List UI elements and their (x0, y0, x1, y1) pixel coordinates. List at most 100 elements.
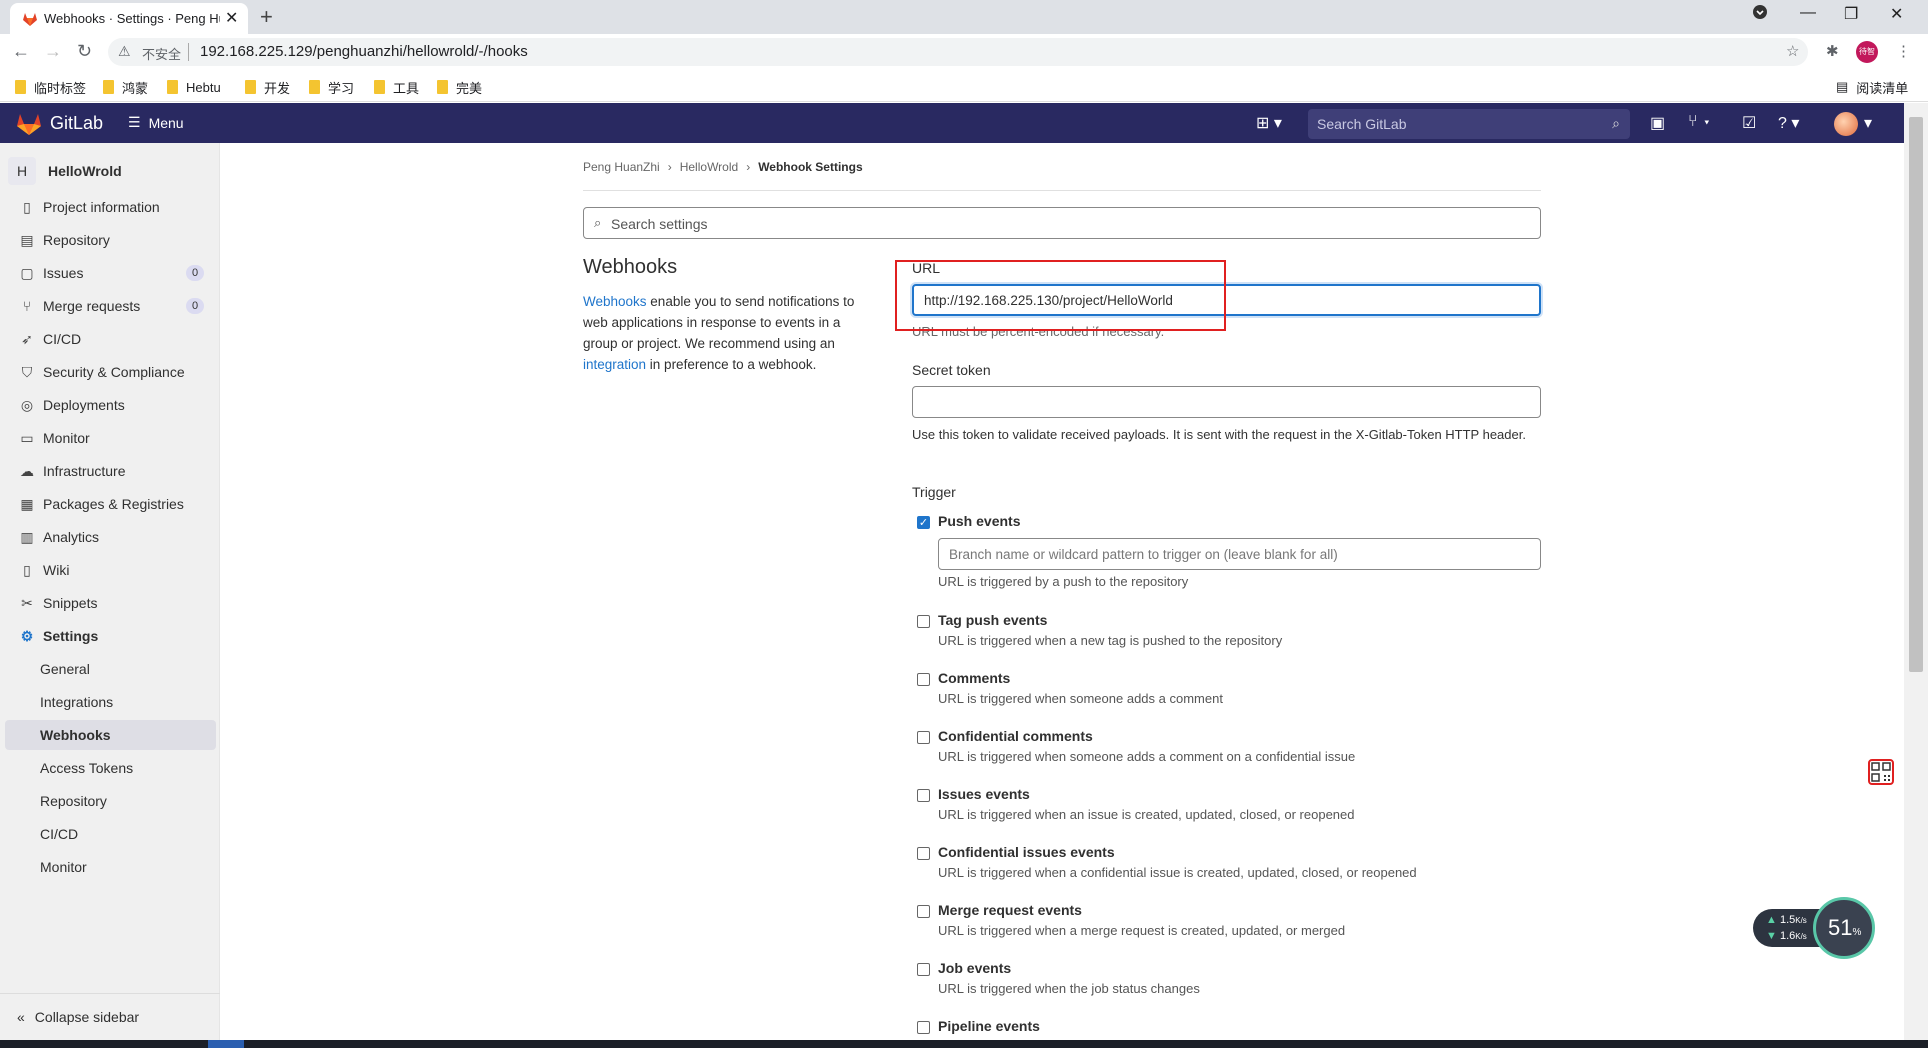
project-name: HelloWrold (48, 163, 122, 179)
menu-button[interactable]: ☰ Menu (128, 114, 184, 131)
todos-icon[interactable]: ☑ (1742, 113, 1756, 133)
job-events-checkbox[interactable] (917, 963, 930, 976)
breadcrumb: Peng HuanZhi › HelloWrold › Webhook Sett… (583, 160, 863, 174)
gitlab-brand[interactable]: GitLab (50, 113, 103, 134)
sidebar-item-settings[interactable]: ⚙ Settings (5, 621, 216, 651)
sidebar-sub-monitor[interactable]: Monitor (5, 852, 216, 882)
bookmark-folder[interactable]: Hebtu (167, 78, 221, 96)
address-bar[interactable]: ⚠ 不安全 192.168.225.129/penghuanzhi/hellow… (108, 38, 1808, 66)
bookmark-star-icon[interactable]: ☆ (1786, 42, 1799, 60)
sidebar-item-repository[interactable]: ▤ Repository (5, 225, 216, 255)
restore-icon[interactable]: ❐ (1844, 4, 1858, 24)
tag-push-events-checkbox[interactable] (917, 615, 930, 628)
sidebar-item-project-information[interactable]: ▯ Project information (5, 192, 216, 222)
user-chevron-icon[interactable]: ▾ (1864, 113, 1872, 133)
sidebar-sub-general[interactable]: General (5, 654, 216, 684)
extensions-icon[interactable]: ✱ (1826, 42, 1839, 60)
bookmark-folder[interactable]: 学习 (309, 78, 354, 96)
project-header[interactable]: H HelloWrold (8, 153, 212, 189)
breadcrumb-project[interactable]: HelloWrold (680, 160, 738, 174)
upload-speed: ▲ 1.5K/s (1766, 914, 1807, 926)
settings-search-input[interactable]: ⌕ Search settings (583, 207, 1541, 239)
sidebar-sub-access-tokens[interactable]: Access Tokens (5, 753, 216, 783)
branch-filter-input[interactable]: Branch name or wildcard pattern to trigg… (938, 538, 1541, 570)
sidebar-item-analytics[interactable]: ▥ Analytics (5, 522, 216, 552)
usage-percent-symbol: % (1852, 927, 1862, 938)
bookmark-folder[interactable]: 完美 (437, 78, 482, 96)
qr-code-icon[interactable] (1868, 759, 1894, 785)
download-speed: ▼ 1.6K/s (1766, 930, 1807, 942)
reload-icon[interactable]: ↻ (77, 41, 92, 62)
confidential-issues-events-checkbox[interactable] (917, 847, 930, 860)
bookmark-folder[interactable]: 工具 (374, 78, 419, 96)
address-url[interactable]: 192.168.225.129/penghuanzhi/hellowrold/-… (200, 43, 528, 60)
chevron-right-icon: › (746, 160, 751, 174)
bookmark-folder[interactable]: 临时标签 (15, 78, 86, 96)
tab-close-icon[interactable]: ✕ (225, 8, 238, 28)
breadcrumb-current[interactable]: Webhook Settings (758, 160, 862, 174)
breadcrumb-user[interactable]: Peng HuanZhi (583, 160, 660, 174)
merge-requests-topbar-icon[interactable]: ⑂ ▾ (1688, 113, 1712, 131)
reading-list[interactable]: ▤ 阅读清单 (1836, 78, 1908, 96)
double-chevron-left-icon: « (17, 1009, 25, 1025)
integration-link[interactable]: integration (583, 357, 646, 372)
folder-icon (309, 80, 320, 94)
user-avatar[interactable] (1834, 112, 1858, 136)
insecure-label: 不安全 (142, 47, 182, 62)
chevron-right-icon: › (667, 160, 672, 174)
folder-icon (103, 80, 114, 94)
sidebar-sub-cicd[interactable]: CI/CD (5, 819, 216, 849)
window-close-icon[interactable]: ✕ (1890, 4, 1903, 24)
gitlab-search-input[interactable]: Search GitLab ⌕ (1308, 109, 1630, 139)
rocket-icon: ➶ (21, 330, 33, 347)
browser-tab[interactable]: Webhooks · Settings · Peng Hu ✕ (10, 3, 248, 34)
webhooks-doc-link[interactable]: Webhooks (583, 294, 647, 309)
issues-events-checkbox[interactable] (917, 789, 930, 802)
help-icon[interactable]: ? ▾ (1778, 113, 1799, 133)
sidebar-sub-repository[interactable]: Repository (5, 786, 216, 816)
hamburger-icon: ☰ (128, 114, 141, 130)
sidebar-item-snippets[interactable]: ✂ Snippets (5, 588, 216, 618)
minimize-icon[interactable]: — (1800, 4, 1816, 22)
sidebar-sub-webhooks[interactable]: Webhooks (5, 720, 216, 750)
folder-icon (15, 80, 26, 94)
tab-search-icon[interactable] (1752, 4, 1768, 25)
merge-request-events-checkbox[interactable] (917, 905, 930, 918)
sidebar-item-wiki[interactable]: ▯ Wiki (5, 555, 216, 585)
gitlab-logo-icon[interactable] (16, 112, 42, 136)
sidebar-item-infrastructure[interactable]: ☁ Infrastructure (5, 456, 216, 486)
issues-topbar-icon[interactable]: ▣ (1650, 113, 1665, 133)
page-scrollbar[interactable] (1904, 103, 1928, 1040)
sidebar-item-monitor[interactable]: ▭ Monitor (5, 423, 216, 453)
comments-checkbox[interactable] (917, 673, 930, 686)
bookmark-folder[interactable]: 开发 (245, 78, 290, 96)
sidebar-item-issues[interactable]: ▢ Issues 0 (5, 258, 216, 288)
profile-avatar[interactable]: 待智 (1856, 41, 1878, 63)
merge-requests-count-badge: 0 (186, 298, 204, 314)
network-speed-widget[interactable]: ▲ 1.5K/s ▼ 1.6K/s 51% (1753, 897, 1875, 959)
sidebar-item-merge-requests[interactable]: ⑂ Merge requests 0 (5, 291, 216, 321)
shield-icon: ⛉ (21, 363, 33, 380)
new-item-icon[interactable]: ⊞ ▾ (1256, 113, 1282, 133)
push-events-checkbox[interactable]: ✓ (917, 516, 930, 529)
doc-icon: ▤ (20, 231, 34, 248)
forward-icon[interactable]: → (44, 41, 62, 62)
sidebar-sub-integrations[interactable]: Integrations (5, 687, 216, 717)
info-icon: ▯ (23, 198, 31, 215)
issues-count-badge: 0 (186, 265, 204, 281)
new-tab-icon[interactable]: + (260, 4, 273, 30)
browser-menu-icon[interactable]: ⋮ (1896, 42, 1911, 60)
scrollbar-thumb[interactable] (1909, 117, 1923, 672)
sidebar-item-deployments[interactable]: ◎ Deployments (5, 390, 216, 420)
collapse-sidebar-button[interactable]: « Collapse sidebar (0, 993, 220, 1040)
confidential-comments-checkbox[interactable] (917, 731, 930, 744)
back-icon[interactable]: ← (12, 41, 30, 62)
pipeline-events-checkbox[interactable] (917, 1021, 930, 1034)
sidebar-item-packages[interactable]: ▦ Packages & Registries (5, 489, 216, 519)
secret-token-field[interactable] (912, 386, 1541, 418)
address-separator (188, 43, 189, 61)
sidebar-item-cicd[interactable]: ➶ CI/CD (5, 324, 216, 354)
sidebar-item-security[interactable]: ⛉ Security & Compliance (5, 357, 216, 387)
bookmark-folder[interactable]: 鸿蒙 (103, 78, 148, 96)
project-avatar: H (8, 157, 36, 185)
